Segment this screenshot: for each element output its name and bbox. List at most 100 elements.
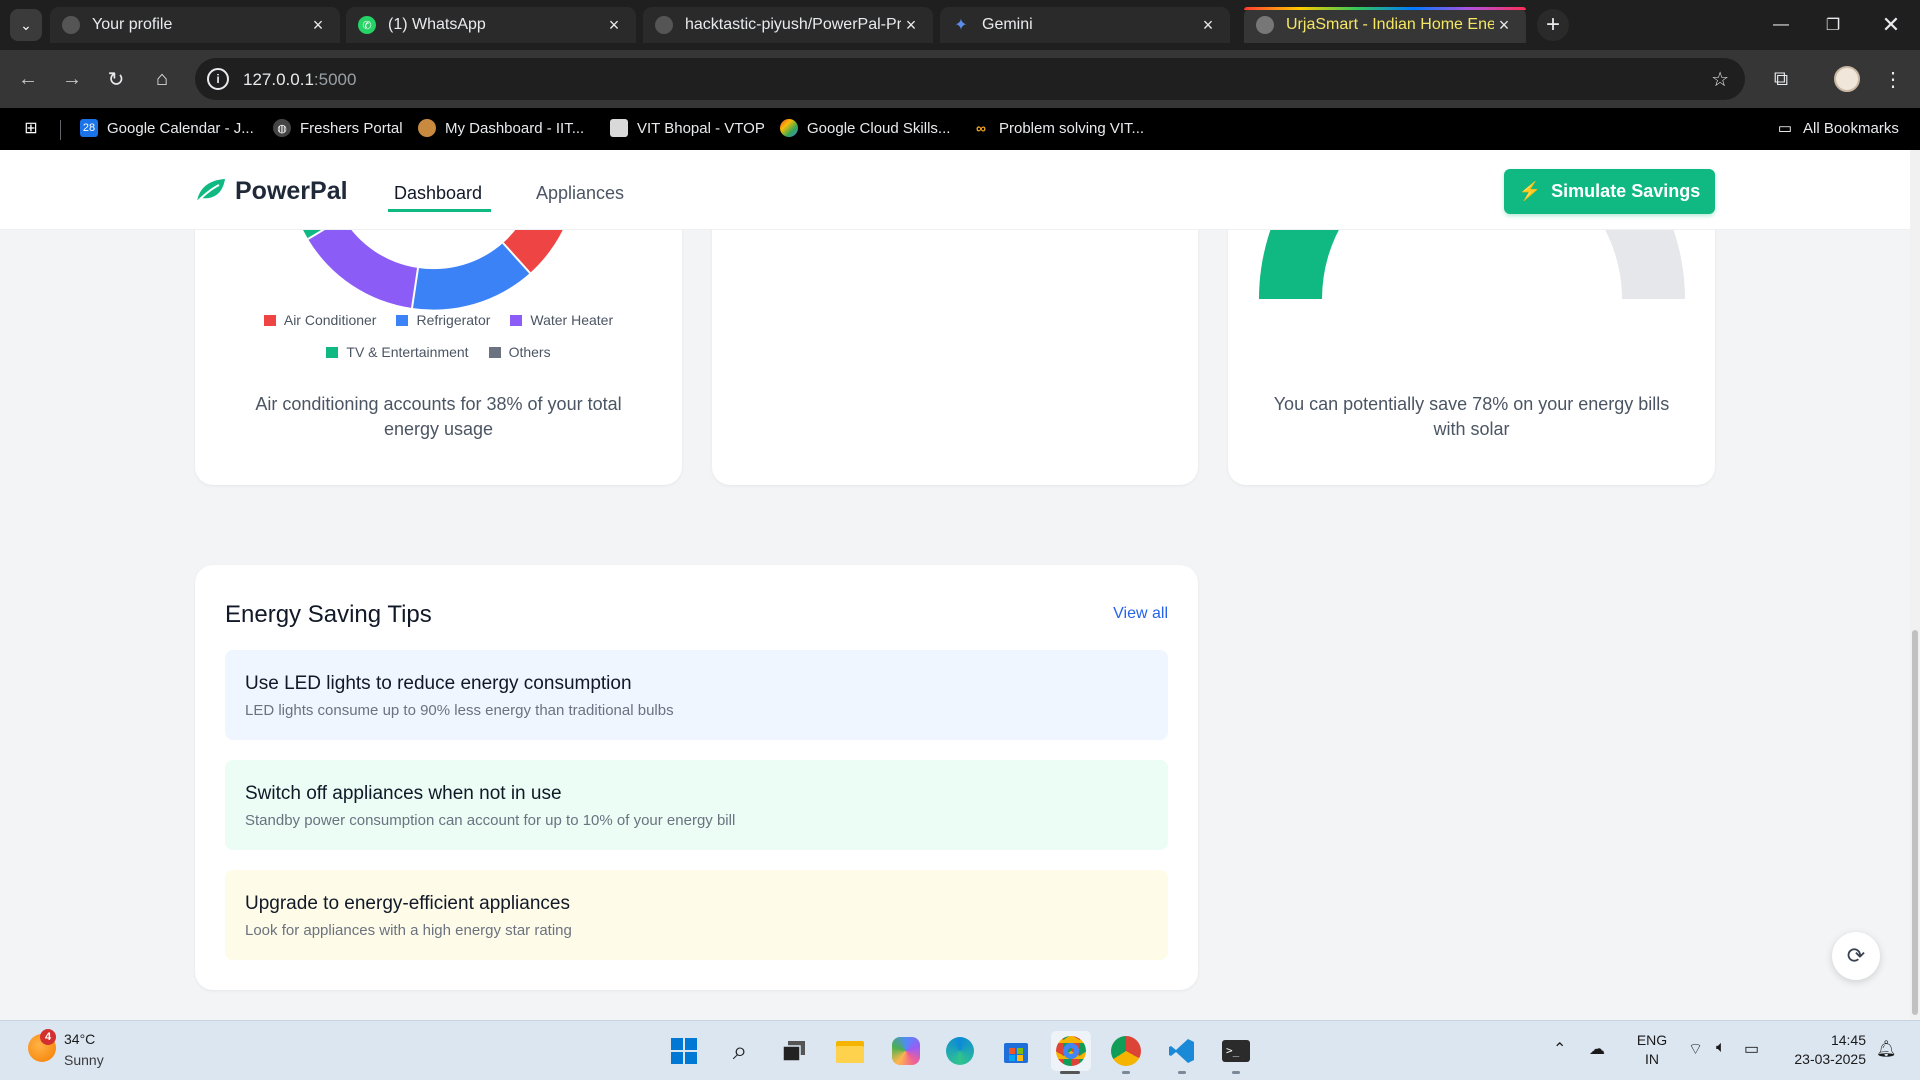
brand-name[interactable]: PowerPal (235, 177, 348, 206)
globe-icon (1256, 16, 1274, 34)
task-view-button[interactable] (774, 1031, 814, 1071)
active-app-indicator (1060, 1071, 1080, 1074)
home-button[interactable]: ⌂ (146, 63, 178, 95)
folder-icon: ▭ (1777, 120, 1793, 137)
chrome-profile-2-button[interactable] (1106, 1031, 1146, 1071)
minimize-button[interactable]: — (1756, 8, 1806, 42)
reload-button[interactable]: ↻ (100, 63, 132, 95)
view-all-link[interactable]: View all (1113, 605, 1168, 623)
bookmark-google-cloud[interactable]: Google Cloud Skills... (780, 119, 950, 137)
terminal-button[interactable]: >_ (1216, 1031, 1256, 1071)
address-bar[interactable]: i 127.0.0.1:5000 ☆ (195, 58, 1745, 100)
bookmark-problem-solving[interactable]: ∞ Problem solving VIT... (972, 119, 1144, 137)
tab-github-repo[interactable]: hacktastic-piyush/PowerPal-Pro × (643, 7, 933, 43)
bookmark-label: My Dashboard - IIT... (445, 119, 585, 137)
simulate-savings-label: Simulate Savings (1551, 181, 1701, 201)
running-app-indicator (1232, 1071, 1240, 1074)
tab-search-button[interactable]: ⌄ (10, 9, 42, 41)
tab-title: hacktastic-piyush/PowerPal-Pro (685, 16, 901, 33)
bookmark-freshers-portal[interactable]: ◍ Freshers Portal (273, 119, 403, 137)
copilot-icon (892, 1037, 920, 1065)
legend-item-others[interactable]: Others (488, 344, 551, 360)
back-button[interactable]: ← (12, 63, 44, 95)
tab-title: Your profile (92, 16, 173, 33)
tip-item[interactable]: Use LED lights to reduce energy consumpt… (225, 650, 1168, 740)
apps-grid-button[interactable]: ⊞ (22, 119, 40, 137)
forward-button[interactable]: → (56, 63, 88, 95)
nav-appliances[interactable]: Appliances (536, 183, 624, 204)
legend-label: Others (508, 344, 551, 360)
legend-item-tv-entertainment[interactable]: TV & Entertainment (326, 344, 469, 360)
url-text[interactable]: 127.0.0.1:5000 (243, 70, 356, 90)
chrome-profile-1-button[interactable] (1051, 1031, 1091, 1071)
all-bookmarks-button[interactable]: ▭ All Bookmarks (1776, 119, 1899, 138)
bookmarks-divider (60, 120, 61, 140)
wifi-icon[interactable]: ⌔ (1688, 1039, 1703, 1059)
tips-heading: Energy Saving Tips (225, 601, 432, 628)
language-indicator[interactable]: ENG IN (1635, 1031, 1669, 1069)
legend-label: TV & Entertainment (346, 344, 469, 360)
close-icon[interactable]: × (901, 15, 921, 36)
legend-label: Air Conditioner (283, 312, 377, 328)
close-icon[interactable]: × (1494, 15, 1514, 36)
tip-description: Standby power consumption can account fo… (245, 812, 736, 829)
tab-urjasmart[interactable]: UrjaSmart - Indian Home Energ × (1244, 7, 1526, 43)
refresh-icon: ⟳ (1846, 943, 1866, 968)
edge-button[interactable] (940, 1031, 980, 1071)
nav-dashboard[interactable]: Dashboard (394, 183, 482, 204)
tab-title: (1) WhatsApp (388, 16, 486, 33)
tab-your-profile[interactable]: Your profile × (50, 7, 340, 43)
refresh-button[interactable]: ⟳ (1832, 932, 1880, 980)
legend-item-water-heater[interactable]: Water Heater (510, 312, 613, 328)
volume-icon[interactable]: 🔈︎ (1716, 1039, 1726, 1057)
bookmark-vtop[interactable]: VIT Bhopal - VTOP (610, 119, 765, 137)
notifications-icon[interactable]: 🔔︎ (1876, 1039, 1896, 1059)
bookmark-google-calendar[interactable]: 28 Google Calendar - J... (80, 119, 254, 137)
onedrive-icon[interactable]: ☁ (1589, 1039, 1605, 1059)
tab-whatsapp[interactable]: ✆ (1) WhatsApp × (346, 7, 636, 43)
tab-gemini[interactable]: ✦ Gemini × (940, 7, 1230, 43)
whatsapp-icon: ✆ (358, 16, 376, 34)
terminal-icon: >_ (1222, 1040, 1250, 1062)
restore-button[interactable]: ❐ (1808, 8, 1858, 42)
simulate-savings-button[interactable]: ⚡ Simulate Savings (1504, 169, 1715, 214)
browser-tab-strip: ⌄ Your profile × ✆ (1) WhatsApp × hackta… (0, 0, 1920, 50)
store-icon (1004, 1043, 1028, 1063)
close-window-button[interactable]: ✕ (1866, 8, 1916, 42)
bookmark-label: Freshers Portal (300, 119, 403, 137)
close-icon[interactable]: × (308, 15, 328, 36)
region-code: IN (1645, 1051, 1659, 1067)
show-hidden-icons-button[interactable]: ⌃ (1553, 1039, 1566, 1059)
system-clock[interactable]: 14:45 23-03-2025 (1786, 1031, 1866, 1069)
search-button[interactable]: ⌕ (720, 1031, 760, 1071)
bookmark-star-icon[interactable]: ☆ (1711, 67, 1729, 92)
bookmark-my-dashboard[interactable]: My Dashboard - IIT... (418, 119, 584, 137)
new-tab-button[interactable]: + (1537, 9, 1569, 41)
store-button[interactable] (996, 1031, 1036, 1071)
battery-icon[interactable]: ▭ (1744, 1039, 1759, 1059)
lightning-icon: ⚡ (1518, 181, 1542, 201)
url-host: 127.0.0.1 (243, 70, 314, 89)
start-button[interactable] (664, 1031, 704, 1071)
legend-item-refrigerator[interactable]: Refrigerator (396, 312, 490, 328)
donut-slice-water-heater (308, 218, 418, 308)
app-navbar: PowerPal Dashboard Appliances ⚡ Simulate… (0, 150, 1910, 230)
legend-item-air-conditioner[interactable]: Air Conditioner (263, 312, 377, 328)
close-icon[interactable]: × (604, 15, 624, 36)
site-info-icon[interactable]: i (207, 68, 229, 90)
scrollbar-thumb[interactable] (1912, 630, 1918, 1015)
tip-item[interactable]: Switch off appliances when not in use St… (225, 760, 1168, 850)
profile-avatar[interactable] (1834, 66, 1860, 92)
tab-title: UrjaSmart - Indian Home Energ (1286, 16, 1494, 33)
home-icon: ⌂ (155, 67, 169, 90)
close-icon[interactable]: × (1198, 15, 1218, 36)
copilot-button[interactable] (886, 1031, 926, 1071)
vscode-button[interactable] (1162, 1031, 1202, 1071)
file-explorer-button[interactable] (830, 1031, 870, 1071)
chart-legend-row-1: Air Conditioner Refrigerator Water Heate… (195, 312, 682, 328)
extensions-icon[interactable]: ⧉ (1765, 63, 1797, 95)
clock-time: 14:45 (1830, 1032, 1866, 1048)
kebab-menu-icon[interactable]: ⋮ (1877, 63, 1909, 95)
tip-item[interactable]: Upgrade to energy-efficient appliances L… (225, 870, 1168, 960)
all-bookmarks-label: All Bookmarks (1803, 119, 1899, 137)
